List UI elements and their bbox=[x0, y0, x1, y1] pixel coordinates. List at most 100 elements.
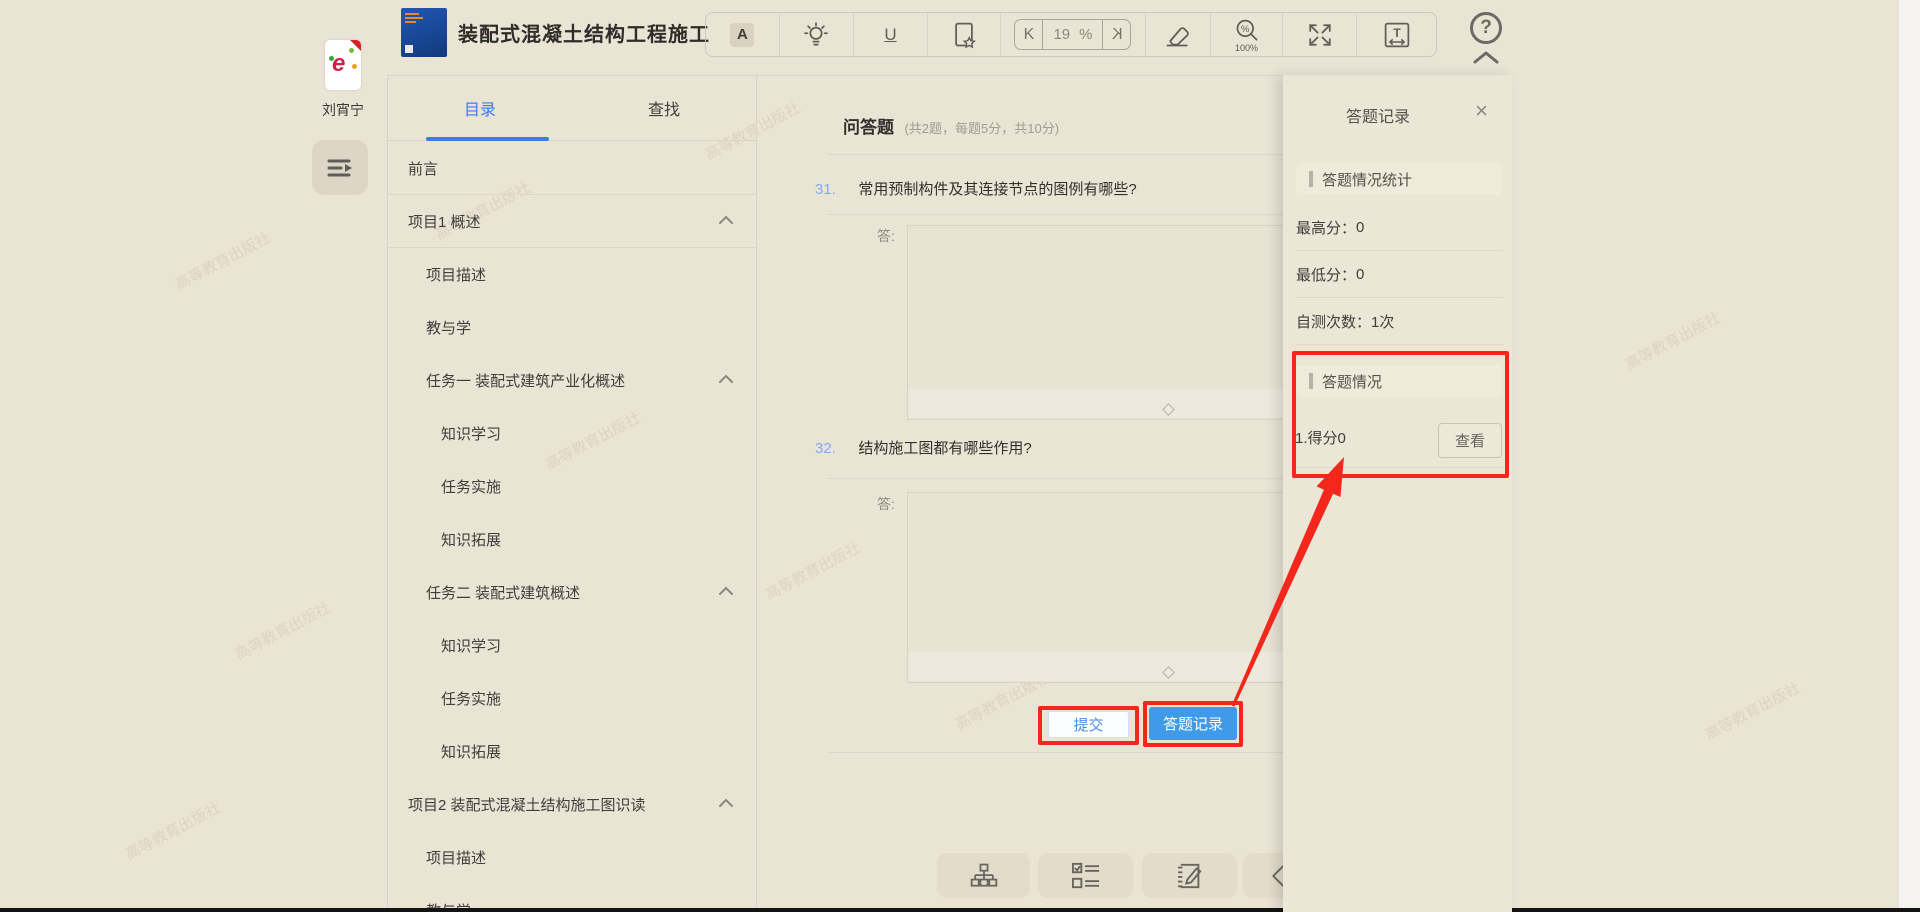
sidebar-collapse-button[interactable] bbox=[312, 140, 368, 195]
eraser-icon bbox=[1164, 21, 1192, 49]
question-row: 32. 结构施工图都有哪些作用? bbox=[815, 437, 1032, 458]
quiz-heading: 问答题 (共2题，每题5分，共10分) bbox=[843, 113, 1059, 138]
skip-start-icon: K bbox=[1024, 26, 1035, 44]
zoom-button[interactable]: % 100% bbox=[1210, 13, 1283, 56]
toc-item[interactable]: 教与学 bbox=[388, 301, 756, 354]
watermark: 高等教育出版社 bbox=[1701, 677, 1804, 745]
toc-sidebar: 目录 查找 前言 项目1 概述 项目描述 教与学 任务一 装配式建筑产业化概述 … bbox=[387, 75, 757, 912]
submit-button[interactable]: 提交 bbox=[1048, 711, 1129, 738]
tab-search[interactable]: 查找 bbox=[572, 75, 756, 140]
score-label: 1.得分0 bbox=[1295, 430, 1346, 447]
watermark: 高等教育出版社 bbox=[171, 227, 274, 295]
svg-text:T: T bbox=[1393, 25, 1401, 39]
first-page-button[interactable]: K bbox=[1015, 20, 1042, 49]
answer-record-button[interactable]: 答题记录 bbox=[1149, 707, 1237, 740]
eraser-button[interactable] bbox=[1145, 13, 1210, 56]
close-icon[interactable]: × bbox=[1475, 100, 1488, 122]
fullscreen-button[interactable] bbox=[1282, 13, 1356, 56]
toc-item[interactable]: 知识学习 bbox=[388, 619, 756, 672]
toc-item[interactable]: 任务二 装配式建筑概述 bbox=[388, 566, 756, 619]
toc-item[interactable]: 前言 bbox=[388, 142, 756, 195]
progress-input[interactable]: 19 % bbox=[1042, 20, 1103, 49]
page-progress-control: K 19 % K bbox=[1000, 13, 1145, 56]
font-size-icon: A bbox=[730, 23, 754, 47]
lightbulb-icon bbox=[802, 21, 830, 49]
answer-label: 答: bbox=[877, 494, 895, 514]
stat-row: 最高分：0 bbox=[1296, 204, 1503, 251]
org-chart-icon bbox=[969, 862, 999, 890]
svg-text:%: % bbox=[1241, 23, 1250, 34]
reader-toolbar: A U K 19 % bbox=[705, 12, 1437, 57]
bookmark-star-icon bbox=[950, 21, 978, 49]
tab-toc[interactable]: 目录 bbox=[388, 75, 572, 140]
text-scale-button[interactable]: T bbox=[1356, 13, 1436, 56]
sidebar-tabs: 目录 查找 bbox=[388, 75, 756, 141]
user-name: 刘宵宁 bbox=[313, 100, 373, 120]
answer-status-section-header: 答题情况 bbox=[1296, 365, 1503, 397]
toc-item[interactable]: 任务实施 bbox=[388, 460, 756, 513]
toc-item[interactable]: 任务实施 bbox=[388, 672, 756, 725]
book-title: 装配式混凝土结构工程施工 bbox=[458, 18, 710, 47]
question-row: 31. 常用预制构件及其连接节点的图例有哪些? bbox=[815, 178, 1137, 199]
last-page-button[interactable]: K bbox=[1103, 20, 1130, 49]
section-marker bbox=[1309, 373, 1313, 389]
exercise-list-button[interactable] bbox=[1038, 853, 1133, 898]
chevron-up-icon[interactable] bbox=[718, 586, 734, 596]
night-mode-button[interactable] bbox=[779, 13, 853, 56]
note-edit-icon bbox=[1175, 862, 1205, 890]
underline-button[interactable]: U bbox=[853, 13, 928, 56]
stat-row: 最低分：0 bbox=[1296, 251, 1503, 298]
stats-section-header: 答题情况统计 bbox=[1296, 163, 1503, 195]
font-size-button[interactable]: A bbox=[706, 13, 779, 56]
stat-row: 自测次数：1次 bbox=[1296, 298, 1503, 345]
divider bbox=[1296, 467, 1503, 468]
zoom-percent-icon: % bbox=[1233, 18, 1261, 44]
panel-title: 答题记录 bbox=[1283, 103, 1473, 127]
collapse-toolbar-icon[interactable] bbox=[1472, 50, 1500, 64]
window-bottom-bar bbox=[0, 908, 1920, 912]
zoom-level-label: 100% bbox=[1211, 43, 1283, 53]
view-button[interactable]: 查看 bbox=[1438, 423, 1502, 458]
chevron-up-icon[interactable] bbox=[718, 374, 734, 384]
watermark: 高等教育出版社 bbox=[231, 597, 334, 665]
toc-list: 前言 项目1 概述 项目描述 教与学 任务一 装配式建筑产业化概述 知识学习 任… bbox=[388, 142, 756, 912]
chevron-up-icon[interactable] bbox=[718, 798, 734, 808]
structure-view-button[interactable] bbox=[937, 853, 1030, 898]
sidebar-toggle-icon bbox=[325, 153, 355, 183]
book-cover-thumbnail bbox=[401, 8, 447, 57]
question-text: 结构施工图都有哪些作用? bbox=[858, 440, 1031, 457]
publisher-logo: e bbox=[325, 40, 361, 90]
percent-sign: % bbox=[1079, 26, 1092, 43]
toc-item[interactable]: 任务一 装配式建筑产业化概述 bbox=[388, 354, 756, 407]
toc-item[interactable]: 项目2 装配式混凝土结构施工图识读 bbox=[388, 778, 756, 831]
notes-button[interactable] bbox=[1142, 853, 1237, 898]
watermark: 高等教育出版社 bbox=[121, 797, 224, 865]
chevron-up-icon[interactable] bbox=[718, 215, 734, 225]
watermark: 高等教育出版社 bbox=[761, 537, 864, 605]
checklist-icon bbox=[1071, 862, 1101, 890]
bookmark-button[interactable] bbox=[927, 13, 1000, 56]
text-box-icon: T bbox=[1383, 21, 1411, 49]
answer-label: 答: bbox=[877, 226, 895, 246]
toc-item[interactable]: 知识学习 bbox=[388, 407, 756, 460]
skip-end-icon: K bbox=[1112, 26, 1123, 44]
toc-item[interactable]: 知识拓展 bbox=[388, 725, 756, 778]
help-icon: ? bbox=[1470, 12, 1502, 44]
toc-item[interactable]: 项目描述 bbox=[388, 248, 756, 301]
active-tab-underline bbox=[426, 137, 549, 141]
quiz-heading-note: (共2题，每题5分，共10分) bbox=[904, 121, 1059, 136]
progress-value: 19 bbox=[1053, 26, 1070, 43]
question-text: 常用预制构件及其连接节点的图例有哪些? bbox=[858, 181, 1136, 198]
window-right-margin bbox=[1898, 0, 1920, 912]
question-number: 31. bbox=[815, 181, 836, 198]
toc-item[interactable]: 项目1 概述 bbox=[388, 195, 756, 248]
underline-icon: U bbox=[884, 25, 896, 45]
answer-record-panel: 答题记录 × 答题情况统计 最高分：0 最低分：0 自测次数：1次 答题情况 1… bbox=[1283, 75, 1512, 912]
expand-arrows-icon bbox=[1307, 22, 1333, 48]
toc-item[interactable]: 知识拓展 bbox=[388, 513, 756, 566]
question-number: 32. bbox=[815, 440, 836, 457]
watermark: 高等教育出版社 bbox=[1621, 307, 1724, 375]
toc-item[interactable]: 项目描述 bbox=[388, 831, 756, 884]
section-marker bbox=[1309, 171, 1313, 187]
help-control[interactable]: ? bbox=[1468, 12, 1504, 64]
